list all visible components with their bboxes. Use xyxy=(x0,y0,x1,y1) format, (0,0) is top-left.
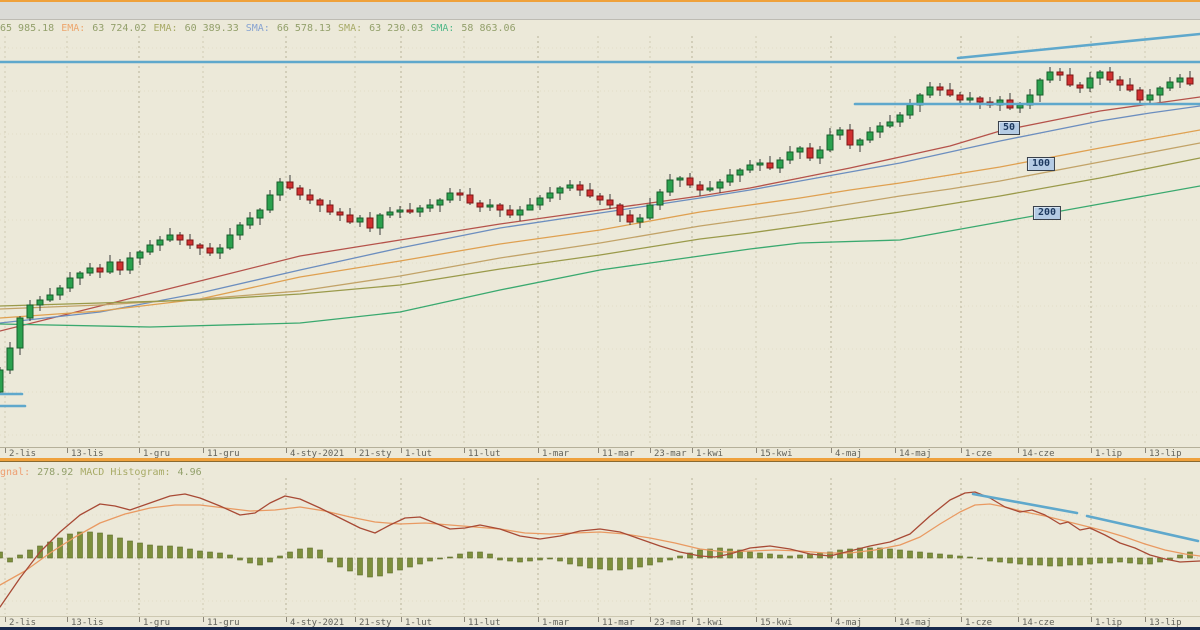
panel-separator xyxy=(0,458,1200,462)
axis-tick xyxy=(355,617,356,622)
axis-tick xyxy=(961,617,962,622)
axis-tick xyxy=(1018,448,1019,453)
axis-tick xyxy=(1145,617,1146,622)
ma-orange-100 xyxy=(0,130,1200,318)
axis-tick xyxy=(650,617,651,622)
axis-tick xyxy=(1091,617,1092,622)
axis-tick xyxy=(67,448,68,453)
axis-tick xyxy=(355,448,356,453)
axis-tick xyxy=(67,617,68,622)
ma-period-badge: 200 xyxy=(1033,206,1061,220)
axis-tick xyxy=(464,448,465,453)
axis-tick xyxy=(139,448,140,453)
axis-tick xyxy=(139,617,140,622)
axis-tick xyxy=(1091,448,1092,453)
axis-tick xyxy=(692,617,693,622)
axis-tick xyxy=(961,448,962,453)
axis-tick xyxy=(538,448,539,453)
axis-tick xyxy=(5,448,6,453)
axis-tick xyxy=(286,617,287,622)
axis-tick xyxy=(203,448,204,453)
axis-tick xyxy=(1018,617,1019,622)
macd-down-diagonal-2 xyxy=(1087,516,1198,541)
axis-tick xyxy=(756,617,757,622)
ma-period-badge: 100 xyxy=(1027,157,1055,171)
axis-tick xyxy=(1145,448,1146,453)
charts-canvas[interactable] xyxy=(0,0,1200,630)
axis-tick xyxy=(831,617,832,622)
legend-item: 278.92 xyxy=(37,467,73,478)
axis-tick xyxy=(464,617,465,622)
ma-blue xyxy=(0,106,1200,323)
axis-tick xyxy=(895,617,896,622)
legend-item: MACD Histogram: xyxy=(80,467,170,478)
axis-tick xyxy=(598,448,599,453)
axis-tick xyxy=(286,448,287,453)
macd-histogram xyxy=(0,532,1193,577)
ma-tan xyxy=(0,143,1200,309)
macd-signal-line xyxy=(0,504,1200,585)
macd-indicator-legend: gnal: 278.92 MACD Histogram: 4.96 xyxy=(0,466,1200,479)
axis-tick xyxy=(203,617,204,622)
legend-item: gnal: xyxy=(0,467,30,478)
axis-tick xyxy=(401,617,402,622)
axis-tick xyxy=(598,617,599,622)
axis-tick xyxy=(650,448,651,453)
axis-tick xyxy=(831,448,832,453)
rising-diagonal xyxy=(958,34,1200,58)
axis-tick xyxy=(401,448,402,453)
axis-tick xyxy=(756,448,757,453)
axis-tick xyxy=(5,617,6,622)
chart-application-window: 65 985.18EMA:63 724.02EMA:60 389.33SMA:6… xyxy=(0,0,1200,630)
axis-tick xyxy=(692,448,693,453)
axis-tick xyxy=(895,448,896,453)
legend-item: 4.96 xyxy=(178,467,202,478)
ma-period-badge: 50 xyxy=(998,121,1020,135)
axis-tick xyxy=(538,617,539,622)
